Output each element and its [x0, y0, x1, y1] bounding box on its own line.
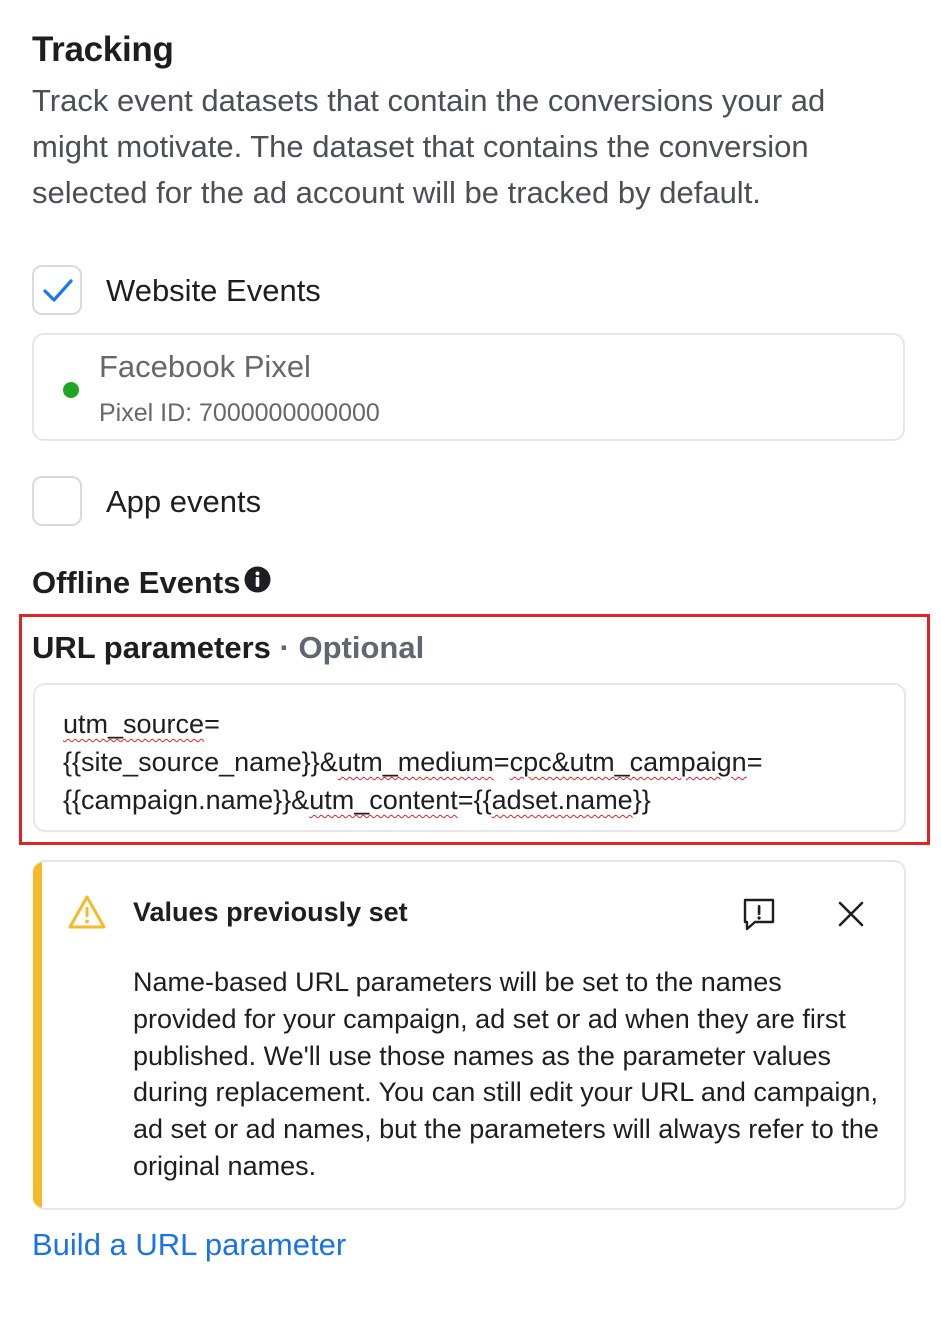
- tracking-panel: Tracking Track event datasets that conta…: [0, 0, 941, 1325]
- url-token: =: [746, 747, 763, 777]
- offline-events-heading: Offline Events: [32, 565, 241, 600]
- info-icon[interactable]: [244, 566, 271, 598]
- warning-icon: [67, 894, 107, 935]
- feedback-icon[interactable]: [741, 896, 777, 937]
- warning-body: Name-based URL parameters will be set to…: [133, 967, 879, 1181]
- pixel-id: Pixel ID: 7000000000000: [99, 399, 380, 427]
- warning-title: Values previously set: [133, 897, 408, 927]
- url-parameters-label: URL parameters: [32, 630, 271, 665]
- url-token: utm_content: [309, 785, 458, 815]
- url-token: ={{: [457, 785, 492, 815]
- url-token: utm_medium: [337, 747, 494, 777]
- url-parameters-value[interactable]: utm_source= {{site_source_name}}&utm_med…: [63, 705, 883, 819]
- url-token: }}: [632, 785, 651, 815]
- url-token: {{site_source_name}}&: [63, 747, 338, 777]
- tracking-title: Tracking: [32, 30, 174, 69]
- build-url-parameter-link[interactable]: Build a URL parameter: [32, 1227, 346, 1263]
- url-parameters-input[interactable]: utm_source= {{site_source_name}}&utm_med…: [33, 683, 906, 832]
- checkmark-icon: [43, 279, 73, 302]
- url-token: utm_source: [63, 709, 205, 739]
- url-token: cpc&utm_campaign: [509, 747, 747, 777]
- pixel-name: Facebook Pixel: [99, 349, 311, 384]
- app-events-label[interactable]: App events: [106, 484, 261, 520]
- tracking-description: Track event datasets that contain the co…: [32, 83, 826, 210]
- url-parameters-heading: URL parameters · Optional: [32, 630, 424, 666]
- pixel-status-dot: [63, 382, 79, 398]
- optional-label: · Optional: [279, 630, 425, 665]
- url-token: adset.name: [491, 785, 633, 815]
- close-icon[interactable]: [837, 900, 865, 933]
- app-events-checkbox[interactable]: [32, 476, 82, 526]
- url-token: {{campaign.name}}&: [63, 785, 310, 815]
- website-events-label[interactable]: Website Events: [106, 273, 321, 309]
- warning-accent-bar: [33, 862, 42, 1208]
- url-token: =: [493, 747, 510, 777]
- website-events-checkbox[interactable]: [32, 265, 82, 315]
- values-previously-set-alert: Values previously set Name-based URL par…: [33, 860, 906, 1210]
- pixel-card[interactable]: Facebook Pixel Pixel ID: 7000000000000: [32, 333, 905, 441]
- url-token: =: [204, 709, 220, 739]
